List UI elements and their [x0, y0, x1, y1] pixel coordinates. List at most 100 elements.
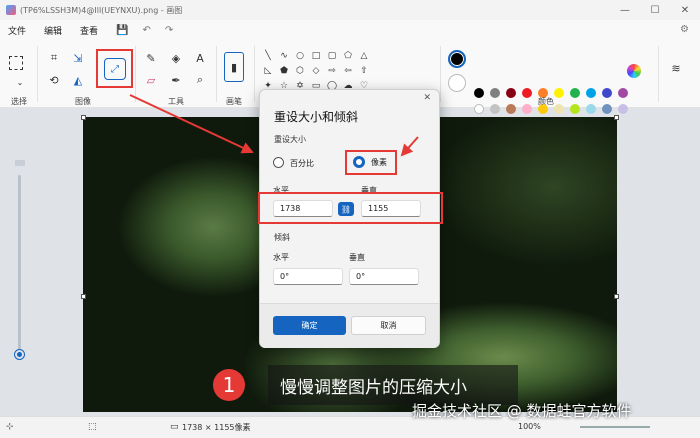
- zoom-horizontal-slider[interactable]: [580, 426, 650, 428]
- hexagon-shape-icon[interactable]: ⬡: [294, 65, 306, 77]
- skew-section-label: 倾斜: [274, 233, 290, 242]
- magnifier-icon[interactable]: ⌕: [192, 72, 208, 88]
- skew-vertical-field[interactable]: 0°: [349, 268, 419, 285]
- canvas-resize-handle[interactable]: [81, 115, 86, 120]
- image-dimensions: 1738 × 1155像素: [182, 423, 251, 432]
- ok-button[interactable]: 确定: [273, 316, 346, 335]
- color-swatch[interactable]: [522, 88, 532, 98]
- menu-bar: 文件 编辑 查看 💾 ↶ ↷ ⚙: [0, 20, 700, 40]
- chevron-down-icon[interactable]: ⌄: [12, 74, 28, 90]
- divider: [37, 46, 38, 102]
- arrow-right-shape-icon[interactable]: ⇨: [326, 65, 338, 77]
- minimize-button[interactable]: —: [610, 0, 640, 20]
- cancel-button[interactable]: 取消: [351, 316, 426, 335]
- resize-icon[interactable]: ⇲: [70, 50, 86, 66]
- color-swatch[interactable]: [586, 88, 596, 98]
- selection-size-icon: ⬚: [88, 422, 97, 432]
- menu-edit[interactable]: 编辑: [44, 24, 62, 37]
- redo-icon[interactable]: ↷: [165, 25, 173, 36]
- settings-icon[interactable]: ⚙: [680, 24, 689, 35]
- triangle-shape-icon[interactable]: △: [358, 50, 370, 62]
- color-swatch[interactable]: [570, 104, 580, 114]
- polygon-shape-icon[interactable]: ⬠: [342, 50, 354, 62]
- color-swatch[interactable]: [554, 104, 564, 114]
- color-picker-icon[interactable]: ✒: [168, 72, 184, 88]
- color-swatch[interactable]: [474, 104, 484, 114]
- color-swatch[interactable]: [490, 88, 500, 98]
- percent-radio-label: 百分比: [290, 159, 314, 168]
- group-label-tools: 工具: [168, 97, 184, 106]
- zoom-level: 100%: [518, 422, 541, 431]
- secondary-color-swatch[interactable]: [448, 74, 466, 92]
- canvas-resize-handle[interactable]: [614, 115, 619, 120]
- line-shape-icon[interactable]: ╲: [262, 50, 274, 62]
- rounded-rect-shape-icon[interactable]: ▢: [326, 50, 338, 62]
- watermark: 掘金技术社区 @ 数据蛙官方软件: [412, 402, 632, 420]
- group-label-select: 选择: [11, 97, 27, 106]
- arrow-left-shape-icon[interactable]: ⇦: [342, 65, 354, 77]
- flip-icon[interactable]: ◭: [70, 72, 86, 88]
- zoom-slider-track[interactable]: [18, 175, 21, 355]
- percent-radio[interactable]: [273, 157, 284, 168]
- image-size-icon: ▭: [170, 422, 179, 432]
- rotate-icon[interactable]: ⟲: [46, 72, 62, 88]
- color-swatch[interactable]: [554, 88, 564, 98]
- maximize-button[interactable]: ☐: [640, 0, 670, 20]
- window-title: (TP6%LSSH3M)4@Ill(UEYNXU).png - 画图: [20, 5, 183, 15]
- divider: [216, 46, 217, 102]
- pentagon-shape-icon[interactable]: ⬟: [278, 65, 290, 77]
- title-bar: (TP6%LSSH3M)4@Ill(UEYNXU).png - 画图: [0, 0, 700, 20]
- close-button[interactable]: ✕: [670, 0, 700, 20]
- fill-bucket-icon[interactable]: ◈: [168, 50, 184, 66]
- current-color-swatch[interactable]: [448, 50, 466, 68]
- skew-vertical-label: 垂直: [349, 253, 365, 262]
- highlight-size-fields: [258, 192, 443, 224]
- canvas-resize-handle[interactable]: [81, 294, 86, 299]
- color-swatch[interactable]: [506, 104, 516, 114]
- layers-icon[interactable]: ≋: [668, 60, 684, 76]
- color-swatch[interactable]: [602, 88, 612, 98]
- zoom-slider-cap: [15, 160, 25, 166]
- brush-icon[interactable]: ▮: [224, 52, 244, 82]
- highlight-pixels-option: [345, 150, 397, 175]
- paint-app-icon: [6, 5, 16, 15]
- skew-horizontal-field[interactable]: 0°: [273, 268, 343, 285]
- text-tool-icon[interactable]: A: [192, 50, 208, 66]
- dialog-close-icon[interactable]: ✕: [423, 93, 431, 103]
- color-swatch[interactable]: [506, 88, 516, 98]
- diamond-shape-icon[interactable]: ◇: [310, 65, 322, 77]
- tutorial-caption: 慢慢调整图片的压缩大小: [268, 365, 518, 405]
- eraser-icon[interactable]: ▱: [143, 72, 159, 88]
- divider: [440, 46, 441, 102]
- color-swatch[interactable]: [618, 88, 628, 98]
- zoom-slider-thumb[interactable]: [15, 350, 24, 359]
- rectangle-shape-icon[interactable]: □: [310, 50, 322, 62]
- arrow-up-shape-icon[interactable]: ⇧: [358, 65, 370, 77]
- curve-shape-icon[interactable]: ∿: [278, 50, 290, 62]
- right-triangle-shape-icon[interactable]: ◺: [262, 65, 274, 77]
- group-label-colors: 颜色: [538, 97, 554, 106]
- color-swatch[interactable]: [522, 104, 532, 114]
- color-swatch[interactable]: [570, 88, 580, 98]
- oval-shape-icon[interactable]: ○: [294, 50, 306, 62]
- menu-file[interactable]: 文件: [8, 24, 26, 37]
- pencil-icon[interactable]: ✎: [143, 50, 159, 66]
- menu-view[interactable]: 查看: [80, 24, 98, 37]
- divider: [135, 46, 136, 102]
- dialog-title: 重设大小和倾斜: [274, 110, 359, 124]
- undo-icon[interactable]: ↶: [143, 25, 151, 36]
- edit-colors-icon[interactable]: [627, 64, 641, 78]
- select-tool-icon[interactable]: [9, 56, 23, 70]
- color-swatch[interactable]: [586, 104, 596, 114]
- cursor-position-icon: ⊹: [6, 422, 14, 432]
- group-label-brushes: 画笔: [226, 97, 242, 106]
- crop-icon[interactable]: ⌗: [46, 50, 62, 66]
- color-swatch[interactable]: [602, 104, 612, 114]
- step-number-badge: 1: [213, 369, 245, 401]
- color-swatch[interactable]: [474, 88, 484, 98]
- save-icon[interactable]: 💾: [116, 25, 128, 36]
- color-swatch[interactable]: [618, 104, 628, 114]
- canvas-resize-handle[interactable]: [614, 294, 619, 299]
- highlight-resize-tool: [96, 49, 133, 88]
- color-swatch[interactable]: [490, 104, 500, 114]
